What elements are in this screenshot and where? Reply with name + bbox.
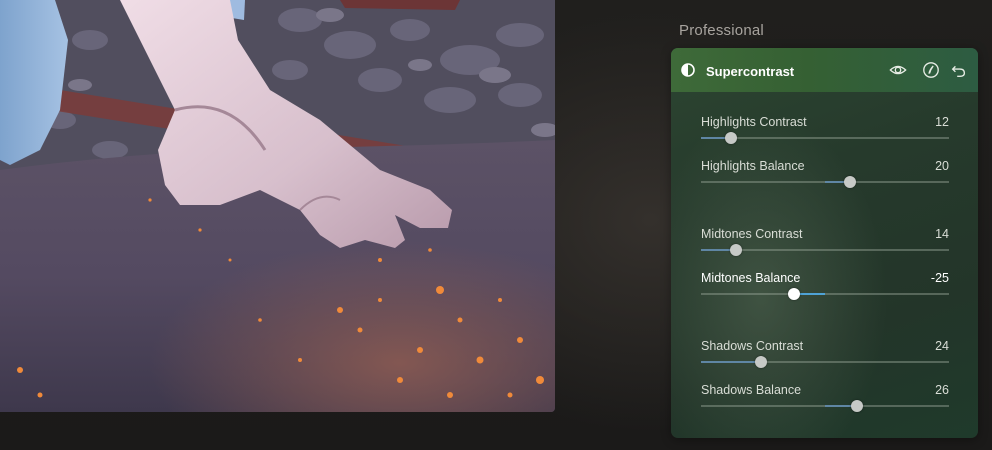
undo-arrow-icon bbox=[951, 65, 966, 77]
slider-value[interactable]: 26 bbox=[935, 383, 949, 397]
slider-midtones-contrast: Midtones Contrast 14 bbox=[701, 227, 949, 263]
half-circle-contrast-icon bbox=[681, 63, 695, 77]
slider-track[interactable] bbox=[701, 400, 949, 412]
filter-header[interactable]: Supercontrast bbox=[671, 48, 978, 92]
slider-track[interactable] bbox=[701, 356, 949, 368]
slider-shadows-balance: Shadows Balance 26 bbox=[701, 383, 949, 419]
slider-label: Shadows Balance bbox=[701, 383, 802, 397]
slider-track[interactable] bbox=[701, 132, 949, 144]
slider-thumb[interactable] bbox=[754, 356, 767, 368]
slider-thumb[interactable] bbox=[729, 244, 742, 256]
slider-fill bbox=[701, 361, 761, 363]
editor-window: Professional Supercontrast Highlights Co… bbox=[0, 0, 992, 450]
slider-track[interactable] bbox=[701, 244, 949, 256]
photo-canvas[interactable] bbox=[0, 0, 555, 412]
slider-track[interactable] bbox=[701, 176, 949, 188]
slider-highlights-contrast: Highlights Contrast 12 bbox=[701, 115, 949, 151]
supercontrast-filter-panel: Supercontrast Highlights Contrast 12 Hig… bbox=[671, 48, 978, 438]
slider-shadows-contrast: Shadows Contrast 24 bbox=[701, 339, 949, 375]
slider-highlights-balance: Highlights Balance 20 bbox=[701, 159, 949, 195]
reset-button[interactable] bbox=[949, 60, 969, 80]
slider-value[interactable]: 24 bbox=[935, 339, 949, 353]
section-title: Professional bbox=[679, 22, 764, 39]
slider-midtones-balance: Midtones Balance -25 bbox=[701, 271, 949, 307]
filter-title: Supercontrast bbox=[706, 64, 795, 79]
slider-label: Midtones Contrast bbox=[701, 227, 803, 241]
slider-value[interactable]: -25 bbox=[931, 271, 949, 285]
mask-button[interactable] bbox=[921, 60, 941, 80]
eye-icon bbox=[889, 65, 907, 75]
visibility-toggle-button[interactable] bbox=[888, 60, 908, 80]
slider-track[interactable] bbox=[701, 288, 949, 300]
slider-thumb[interactable] bbox=[843, 176, 856, 188]
slider-label: Midtones Balance bbox=[701, 271, 801, 285]
slider-thumb[interactable] bbox=[724, 132, 737, 144]
slider-label: Highlights Contrast bbox=[701, 115, 807, 129]
slider-value[interactable]: 20 bbox=[935, 159, 949, 173]
slider-label: Highlights Balance bbox=[701, 159, 805, 173]
brush-mask-icon bbox=[923, 62, 939, 78]
slider-label: Shadows Contrast bbox=[701, 339, 804, 353]
slider-thumb[interactable] bbox=[851, 400, 864, 412]
slider-thumb[interactable] bbox=[788, 288, 800, 300]
slider-value[interactable]: 12 bbox=[935, 115, 949, 129]
photo-image bbox=[0, 0, 555, 412]
slider-value[interactable]: 14 bbox=[935, 227, 949, 241]
